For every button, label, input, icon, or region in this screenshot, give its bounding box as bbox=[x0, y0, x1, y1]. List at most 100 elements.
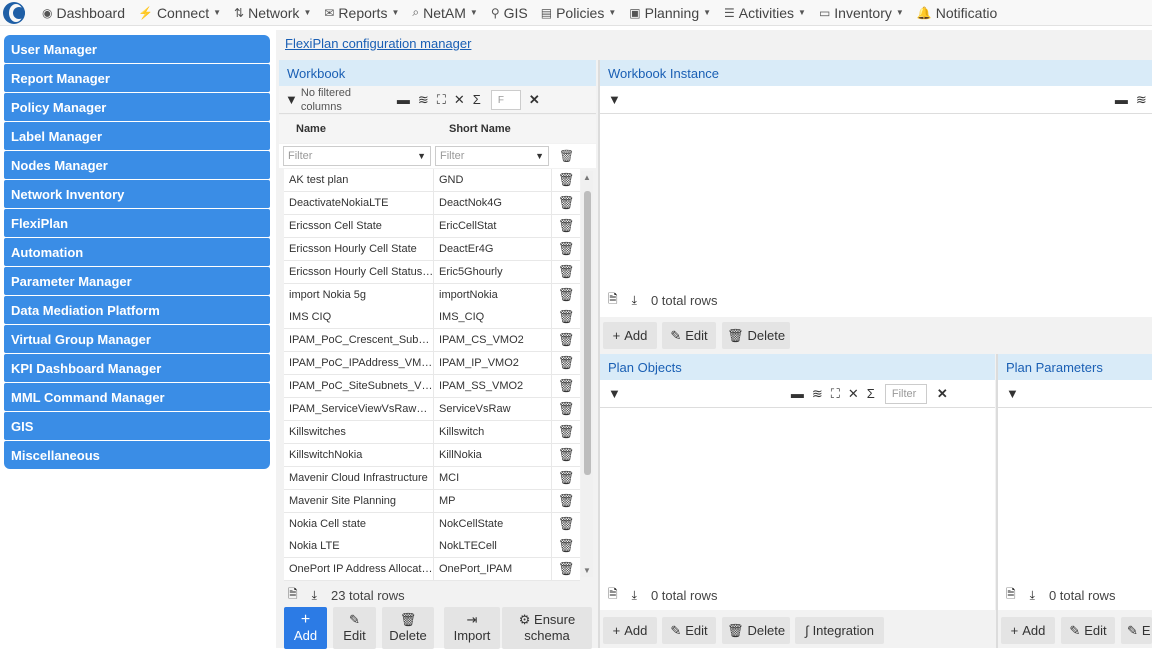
breadcrumb-link[interactable]: FlexiPlan configuration manager bbox=[285, 36, 471, 51]
plan-parameters-add-button[interactable]: + Add bbox=[1001, 617, 1055, 644]
sidebar-item-virtual-group-manager[interactable]: Virtual Group Manager bbox=[4, 325, 270, 353]
filter-icon[interactable]: ▼ bbox=[1006, 386, 1019, 401]
clear-filters-icon[interactable]: 🗑 bbox=[559, 149, 574, 163]
filter-icon[interactable]: ▼ bbox=[285, 92, 298, 107]
sidebar-item-nodes-manager[interactable]: Nodes Manager bbox=[4, 151, 270, 179]
workbook-search-input[interactable]: F bbox=[490, 89, 521, 110]
column-chooser-icon[interactable]: ▬ bbox=[791, 386, 804, 401]
instance-add-button[interactable]: + Add bbox=[603, 322, 657, 349]
download-icon[interactable]: ⤓ bbox=[632, 588, 637, 603]
download-icon[interactable]: ⤓ bbox=[632, 293, 637, 308]
instance-delete-button[interactable]: 🗑 Delete bbox=[722, 322, 790, 349]
workbook-delete-button[interactable]: 🗑 Delete bbox=[382, 607, 434, 649]
trash-icon[interactable]: 🗑 bbox=[552, 195, 580, 211]
plan-objects-integration-button[interactable]: ∫ Integration bbox=[795, 617, 884, 644]
trash-icon[interactable]: 🗑 bbox=[552, 401, 580, 417]
short-name-filter-input[interactable]: Filter ▼ bbox=[435, 146, 549, 166]
column-chooser-icon[interactable]: ▬ bbox=[397, 92, 410, 107]
trash-icon[interactable]: 🗑 bbox=[552, 218, 580, 234]
nav-inventory[interactable]: ▭ Inventory ▼ bbox=[819, 5, 904, 21]
trash-icon[interactable]: 🗑 bbox=[552, 264, 580, 280]
nav-connect[interactable]: ⚡ Connect ▼ bbox=[138, 5, 221, 21]
nav-policies[interactable]: ▤ Policies ▼ bbox=[541, 5, 617, 21]
table-row[interactable]: Nokia Cell state NokCellState 🗑 bbox=[284, 512, 580, 536]
plan-objects-edit-button[interactable]: ✎ Edit bbox=[662, 617, 716, 644]
table-row[interactable]: Killswitches Killswitch 🗑 bbox=[284, 420, 580, 444]
table-row[interactable]: AK test plan GND 🗑 bbox=[284, 169, 580, 192]
download-icon[interactable]: ⤓ bbox=[1030, 588, 1035, 603]
trash-icon[interactable]: 🗑 bbox=[552, 172, 580, 188]
plan-objects-search-input[interactable]: Filter bbox=[884, 383, 927, 404]
export-excel-icon[interactable]: 🗎 bbox=[608, 585, 618, 606]
table-row[interactable]: DeactivateNokiaLTE DeactNok4G 🗑 bbox=[284, 191, 580, 215]
export-excel-icon[interactable]: 🗎 bbox=[608, 290, 618, 311]
plan-objects-add-button[interactable]: + Add bbox=[603, 617, 657, 644]
table-row[interactable]: IPAM_PoC_IPAddress_VM… IPAM_IP_VMO2 🗑 bbox=[284, 352, 580, 376]
download-icon[interactable]: ⤓ bbox=[312, 588, 317, 603]
plan-objects-delete-button[interactable]: 🗑 Delete bbox=[722, 617, 790, 644]
trash-icon[interactable]: 🗑 bbox=[552, 538, 580, 554]
nav-gis[interactable]: ⚲ GIS bbox=[491, 5, 528, 21]
sidebar-item-gis[interactable]: GIS bbox=[4, 412, 270, 440]
sum-icon[interactable]: Σ bbox=[867, 386, 875, 401]
trash-icon[interactable]: 🗑 bbox=[552, 424, 580, 440]
workbook-import-button[interactable]: ⇥ Import bbox=[444, 607, 500, 649]
trash-icon[interactable]: 🗑 bbox=[552, 241, 580, 257]
column-header-name[interactable]: Name bbox=[279, 115, 433, 143]
table-row[interactable]: KillswitchNokia KillNokia 🗑 bbox=[284, 443, 580, 467]
trash-icon[interactable]: 🗑 bbox=[552, 378, 580, 394]
nav-reports[interactable]: ✉ Reports ▼ bbox=[324, 5, 399, 21]
sidebar-item-miscellaneous[interactable]: Miscellaneous bbox=[4, 441, 270, 469]
sidebar-item-automation[interactable]: Automation bbox=[4, 238, 270, 266]
table-row[interactable]: OnePort IP Address Allocat… OnePort_IPAM 🗑 bbox=[284, 558, 580, 582]
expand-icon[interactable]: ⛶ bbox=[831, 386, 840, 402]
workbook-add-button[interactable]: + Add bbox=[284, 607, 327, 649]
sidebar-item-label-manager[interactable]: Label Manager bbox=[4, 122, 270, 150]
layers-icon[interactable]: ≋ bbox=[812, 386, 823, 402]
close-icon[interactable]: ✕ bbox=[937, 386, 948, 402]
sidebar-item-policy-manager[interactable]: Policy Manager bbox=[4, 93, 270, 121]
nav-planning[interactable]: ▣ Planning ▼ bbox=[629, 5, 711, 21]
filter-icon[interactable]: ▼ bbox=[608, 386, 621, 401]
table-row[interactable]: Ericsson Hourly Cell Status… Eric5Ghourly… bbox=[284, 260, 580, 284]
trash-icon[interactable]: 🗑 bbox=[552, 493, 580, 509]
nav-netam[interactable]: ⌕ NetAM ▼ bbox=[412, 5, 477, 21]
sidebar-item-data-mediation-platform[interactable]: Data Mediation Platform bbox=[4, 296, 270, 324]
workbook-edit-button[interactable]: ✎ Edit bbox=[333, 607, 376, 649]
instance-edit-button[interactable]: ✎ Edit bbox=[662, 322, 716, 349]
sidebar-item-flexiplan[interactable]: FlexiPlan bbox=[4, 209, 270, 237]
export-excel-icon[interactable]: 🗎 bbox=[288, 585, 298, 606]
layers-icon[interactable]: ≋ bbox=[1136, 92, 1147, 108]
trash-icon[interactable]: 🗑 bbox=[552, 470, 580, 486]
app-logo[interactable] bbox=[0, 0, 36, 25]
sum-icon[interactable]: Σ bbox=[473, 92, 481, 107]
column-chooser-icon[interactable]: ▬ bbox=[1115, 92, 1128, 107]
table-row[interactable]: IMS CIQ IMS_CIQ 🗑 bbox=[284, 306, 580, 330]
table-row[interactable]: Nokia LTE NokLTECell 🗑 bbox=[284, 535, 580, 559]
export-excel-icon[interactable]: 🗎 bbox=[1006, 585, 1016, 606]
sidebar-item-mml-command-manager[interactable]: MML Command Manager bbox=[4, 383, 270, 411]
sidebar-item-report-manager[interactable]: Report Manager bbox=[4, 64, 270, 92]
plan-parameters-edit-button[interactable]: ✎ Edit bbox=[1061, 617, 1115, 644]
trash-icon[interactable]: 🗑 bbox=[552, 332, 580, 348]
sidebar-item-user-manager[interactable]: User Manager bbox=[4, 35, 270, 63]
sidebar-item-kpi-dashboard-manager[interactable]: KPI Dashboard Manager bbox=[4, 354, 270, 382]
filter-icon[interactable]: ▼ bbox=[608, 92, 621, 107]
table-row[interactable]: IPAM_PoC_SiteSubnets_V… IPAM_SS_VMO2 🗑 bbox=[284, 375, 580, 399]
table-row[interactable]: Ericsson Hourly Cell State DeactEr4G 🗑 bbox=[284, 237, 580, 261]
expand-icon[interactable]: ⛶ bbox=[437, 92, 446, 108]
trash-icon[interactable]: 🗑 bbox=[552, 287, 580, 303]
table-row[interactable]: Ericsson Cell State EricCellStat 🗑 bbox=[284, 214, 580, 238]
nav-network[interactable]: ⇅ Network ▼ bbox=[234, 5, 311, 21]
table-row[interactable]: Mavenir Cloud Infrastructure MCI 🗑 bbox=[284, 466, 580, 490]
column-header-short-name[interactable]: Short Name bbox=[433, 115, 551, 143]
workbook-scrollbar[interactable]: ▲ ▼ bbox=[581, 171, 593, 577]
trash-icon[interactable]: 🗑 bbox=[552, 447, 580, 463]
nav-dashboard[interactable]: ◉ Dashboard bbox=[42, 5, 125, 21]
close-icon[interactable]: ✕ bbox=[529, 92, 540, 108]
trash-icon[interactable]: 🗑 bbox=[552, 561, 580, 577]
table-row[interactable]: IPAM_PoC_Crescent_Sub… IPAM_CS_VMO2 🗑 bbox=[284, 329, 580, 353]
nav-notificatio[interactable]: 🔔 Notificatio bbox=[917, 5, 997, 21]
nav-activities[interactable]: ☰ Activities ▼ bbox=[724, 5, 806, 21]
trash-icon[interactable]: 🗑 bbox=[552, 355, 580, 371]
